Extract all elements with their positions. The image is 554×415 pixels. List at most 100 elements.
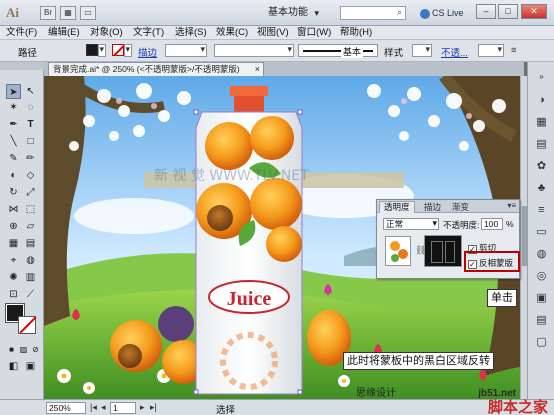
first-artboard-icon[interactable]: |◂ (90, 402, 97, 413)
lasso-tool-icon[interactable]: ◌ (23, 100, 38, 115)
cs-live-button[interactable]: CS Live (420, 6, 464, 20)
artboards-panel-icon[interactable]: ▢ (533, 334, 550, 351)
last-artboard-icon[interactable]: ▸| (150, 402, 157, 413)
graphic-styles-panel-icon[interactable]: ▣ (533, 290, 550, 307)
gradient-panel-icon[interactable]: ▭ (533, 224, 550, 241)
stroke-swatch[interactable] (112, 44, 124, 56)
direct-selection-tool-icon[interactable]: ↖ (23, 84, 38, 99)
opacity-link[interactable]: 不透... (441, 45, 468, 59)
selection-tool-icon[interactable]: ➤ (6, 84, 21, 99)
close-document-icon[interactable]: × (255, 63, 260, 76)
close-button[interactable]: ✕ (521, 4, 547, 19)
arrange-documents-icon[interactable]: ▦ (60, 6, 76, 20)
slice-tool-icon[interactable]: ⟋ (23, 287, 38, 302)
zoom-level-field[interactable]: 250% (46, 402, 86, 414)
layers-panel-icon[interactable]: ▤ (533, 312, 550, 329)
symbol-sprayer-tool-icon[interactable]: ✺ (6, 270, 21, 285)
line-tool-icon[interactable]: ╲ (6, 134, 21, 149)
collapse-dock-icon[interactable]: » (533, 68, 550, 85)
pen-tool-icon[interactable]: ✒ (6, 117, 21, 132)
shape-builder-tool-icon[interactable]: ⊕ (6, 219, 21, 234)
screen-mode-icon[interactable]: ▭ (80, 6, 96, 20)
selection-type-label: 路径 (18, 48, 38, 59)
stroke-weight-field[interactable] (165, 44, 207, 57)
perspective-grid-tool-icon[interactable]: ▱ (23, 219, 38, 234)
mask-shape (445, 241, 455, 263)
canvas-vertical-scrollbar[interactable] (520, 76, 527, 399)
stroke-dropdown[interactable] (124, 44, 132, 57)
scale-tool-icon[interactable]: ⤢ (23, 185, 38, 200)
control-bar-menu-icon[interactable]: ≡ (511, 45, 517, 56)
tab-stroke[interactable]: 描边 (419, 201, 446, 213)
fill-swatch[interactable] (86, 44, 98, 56)
menu-select[interactable]: 选择(S) (175, 26, 207, 40)
rotate-tool-icon[interactable]: ↻ (6, 185, 21, 200)
menu-object[interactable]: 对象(O) (90, 26, 123, 40)
tab-gradient[interactable]: 渐变 (447, 201, 474, 213)
blend-mode-dropdown[interactable]: 正常 (383, 218, 439, 230)
canvas-watermark: 思缘设计 (356, 386, 396, 399)
change-screen-mode-icon[interactable]: ▣ (23, 359, 38, 374)
stroke-panel-link[interactable]: 描边 (138, 45, 157, 59)
variable-width-dropdown[interactable] (214, 44, 294, 57)
document-tab[interactable]: 背景完成.ai* @ 250% (<不透明蒙版>/不透明蒙版) × (48, 62, 264, 76)
width-tool-icon[interactable]: ⋈ (6, 202, 21, 217)
previous-artboard-icon[interactable]: ◂ (101, 402, 106, 413)
symbols-panel-icon[interactable]: ♣ (533, 180, 550, 197)
stroke-panel-icon[interactable]: ≡ (533, 202, 550, 219)
menu-effect[interactable]: 效果(C) (216, 26, 248, 40)
blob-brush-tool-icon[interactable]: ◐ (6, 168, 21, 183)
menu-view[interactable]: 视图(V) (257, 26, 289, 40)
color-guide-icon[interactable]: ▦ (533, 114, 550, 131)
menu-file[interactable]: 文件(F) (6, 26, 37, 40)
tab-transparency[interactable]: 透明度 (379, 201, 415, 213)
brush-definition-dropdown[interactable] (298, 44, 378, 57)
help-search-input[interactable]: ⌕ (340, 6, 406, 20)
brushes-panel-icon[interactable]: ✿ (533, 158, 550, 175)
rectangle-tool-icon[interactable]: □ (23, 134, 38, 149)
opacity-input[interactable]: 100 (481, 218, 503, 230)
artboard-tool-icon[interactable]: ⊡ (6, 287, 21, 302)
artwork-thumbnail[interactable] (385, 236, 411, 266)
paintbrush-tool-icon[interactable]: ✎ (6, 151, 21, 166)
graphic-style-dropdown[interactable] (412, 44, 432, 57)
eraser-tool-icon[interactable]: ◇ (23, 168, 38, 183)
thumb-fruit (398, 249, 408, 259)
menu-edit[interactable]: 编辑(E) (48, 26, 80, 40)
eyedropper-tool-icon[interactable]: ⌖ (6, 253, 21, 268)
none-mode-icon[interactable]: ⊘ (28, 342, 43, 357)
panel-menu-icon[interactable]: ▾≡ (507, 201, 516, 210)
workspace-switcher[interactable]: 基本功能 (264, 5, 322, 21)
mesh-tool-icon[interactable]: ▦ (6, 236, 21, 251)
color-panel-icon[interactable]: ◑ (533, 92, 550, 109)
transparency-panel-header: 透明度 描边 渐变 ▾≡ (377, 200, 519, 213)
bridge-icon[interactable]: Br (40, 6, 56, 20)
overlay-watermark: 新 视 觉 WWW.TLV.NET (154, 168, 309, 184)
opacity-mask-thumbnail[interactable] (424, 235, 462, 267)
type-tool-icon[interactable]: T (23, 117, 38, 132)
next-artboard-icon[interactable]: ▸ (140, 402, 145, 413)
blend-tool-icon[interactable]: ◍ (23, 253, 38, 268)
pencil-tool-icon[interactable]: ✏ (23, 151, 38, 166)
artboard-number-field[interactable]: 1 (110, 402, 136, 414)
stroke-color-box[interactable] (18, 316, 36, 334)
fill-dropdown[interactable] (98, 44, 106, 57)
status-bar: 250% |◂ ◂ 1 ▸ ▸| 选择 (0, 399, 554, 415)
menu-window[interactable]: 窗口(W) (297, 26, 331, 40)
minimize-button[interactable]: – (476, 4, 496, 19)
menu-type[interactable]: 文字(T) (133, 26, 164, 40)
draw-normal-icon[interactable]: ◧ (6, 359, 21, 374)
opacity-dropdown[interactable] (478, 44, 504, 57)
menu-bar: 文件(F) 编辑(E) 对象(O) 文字(T) 选择(S) 效果(C) 视图(V… (0, 26, 554, 40)
magic-wand-tool-icon[interactable]: ✶ (6, 100, 21, 115)
tools-panel-grip[interactable] (0, 62, 44, 70)
gradient-tool-icon[interactable]: ▤ (23, 236, 38, 251)
maximize-button[interactable]: □ (498, 4, 518, 19)
transparency-panel-icon[interactable]: ◍ (533, 246, 550, 263)
menu-help[interactable]: 帮助(H) (340, 26, 372, 40)
click-callout: 单击 (487, 289, 517, 307)
column-graph-tool-icon[interactable]: ▥ (23, 270, 38, 285)
appearance-panel-icon[interactable]: ◎ (533, 268, 550, 285)
swatches-panel-icon[interactable]: ▤ (533, 136, 550, 153)
free-transform-tool-icon[interactable]: ⬚ (23, 202, 38, 217)
